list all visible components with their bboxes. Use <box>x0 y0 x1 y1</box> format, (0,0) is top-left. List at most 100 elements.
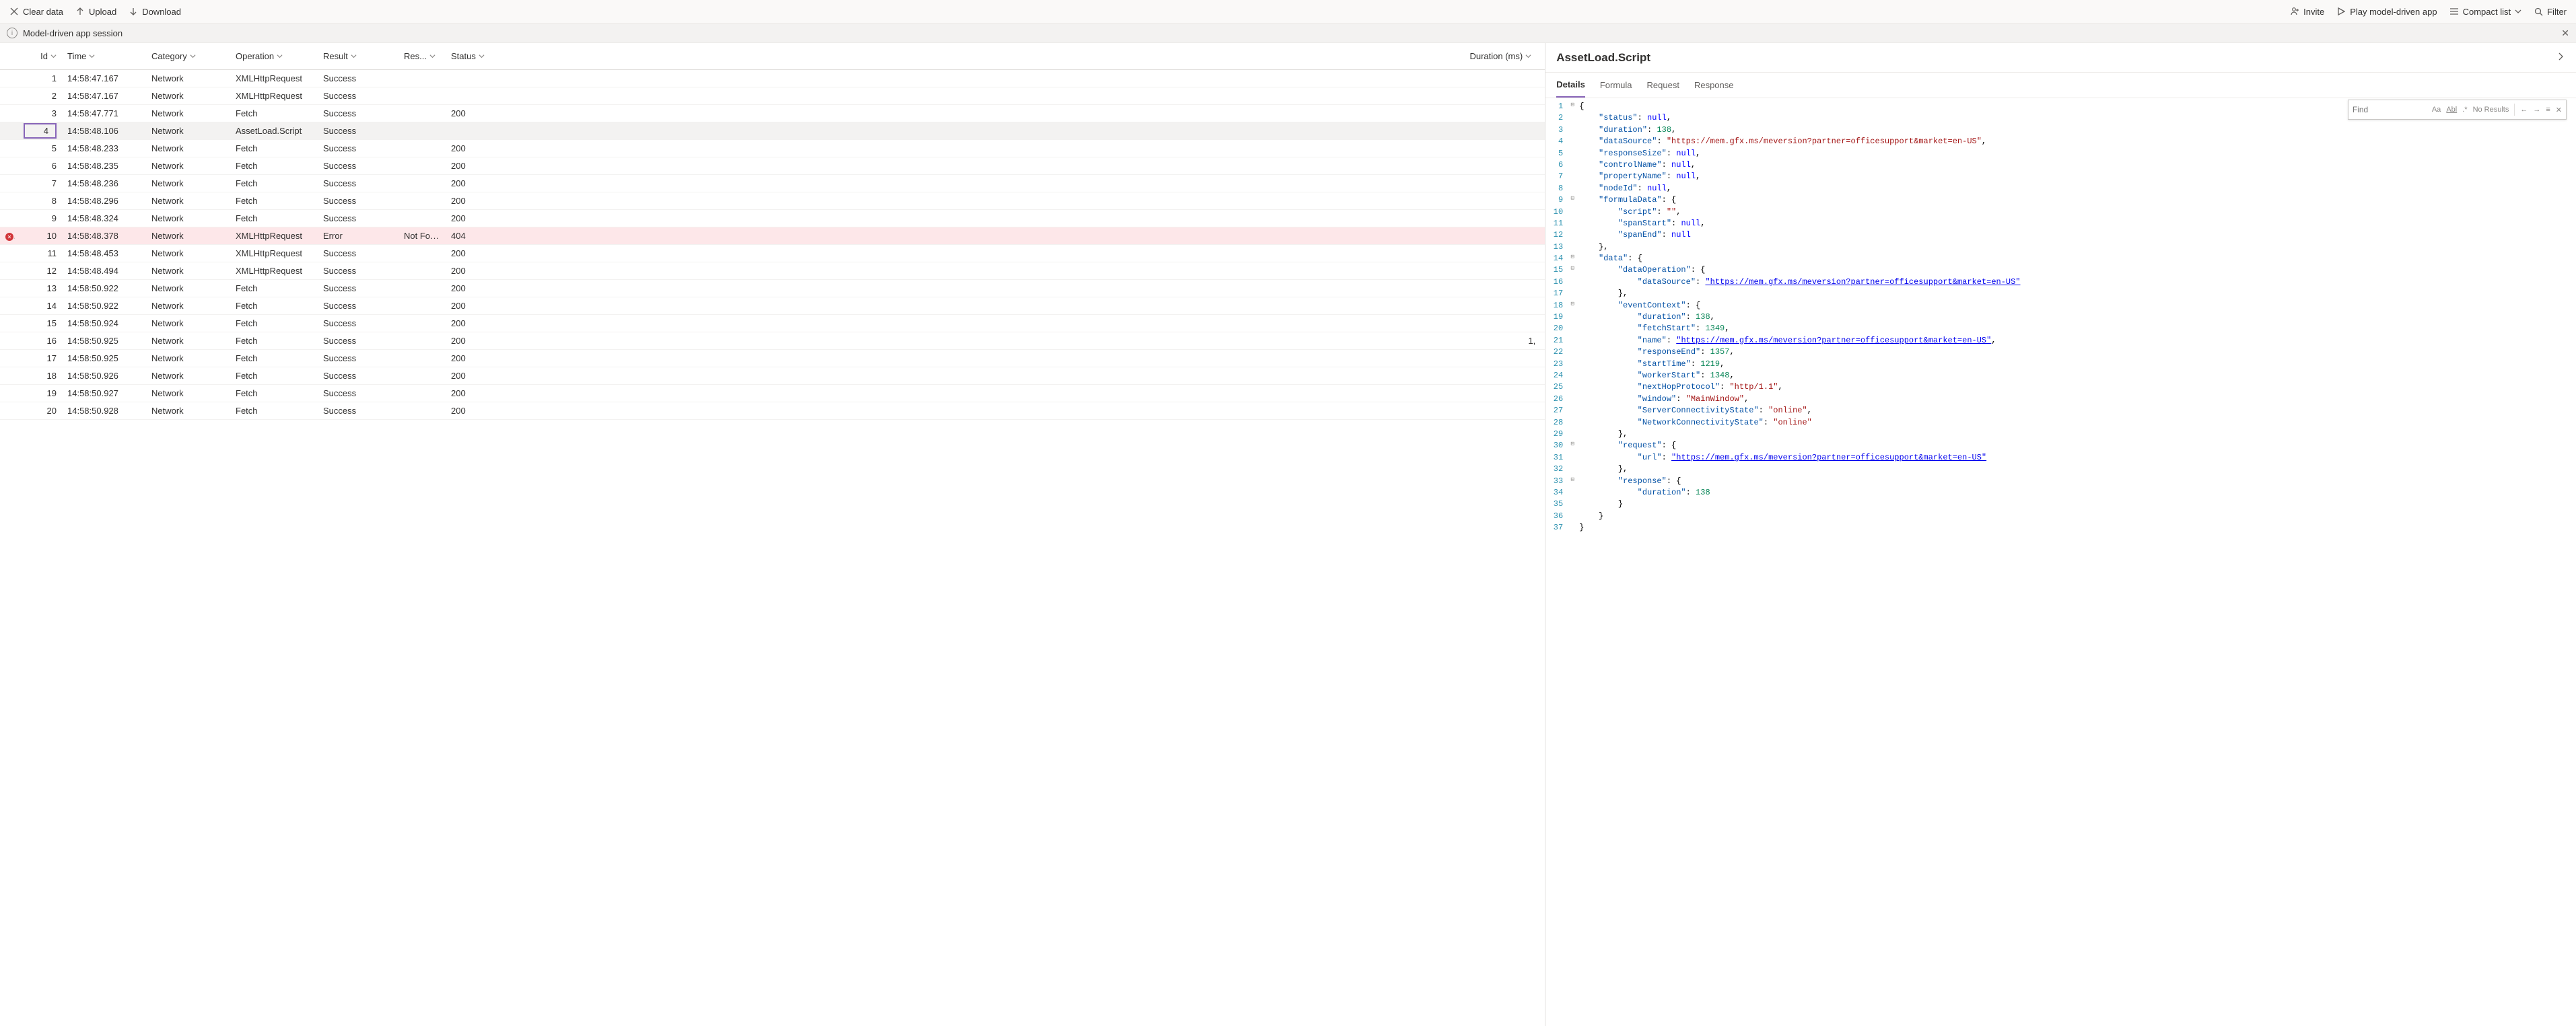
invite-label: Invite <box>2303 7 2324 17</box>
session-bar: i Model-driven app session ✕ <box>0 23 2576 43</box>
table-row[interactable]: 1214:58:48.494NetworkXMLHttpRequestSucce… <box>0 262 1545 280</box>
table-row[interactable]: 1714:58:50.925NetworkFetchSuccess200 <box>0 350 1545 367</box>
tab-details[interactable]: Details <box>1556 73 1585 98</box>
code-line: 37} <box>1545 522 2576 534</box>
table-row[interactable]: ✕1014:58:48.378NetworkXMLHttpRequestErro… <box>0 227 1545 245</box>
find-select-icon[interactable]: ≡ <box>2546 106 2550 114</box>
table-row[interactable]: 1914:58:50.927NetworkFetchSuccess200 <box>0 385 1545 402</box>
table-row[interactable]: 214:58:47.167NetworkXMLHttpRequestSucces… <box>0 87 1545 105</box>
code-line: 13 }, <box>1545 242 2576 253</box>
column-result[interactable]: Result <box>318 51 398 61</box>
info-icon: i <box>7 28 18 38</box>
download-icon <box>129 7 138 16</box>
code-line: 29 }, <box>1545 429 2576 440</box>
top-toolbar: Clear data Upload Download Invite Play m… <box>0 0 2576 23</box>
regex-icon[interactable]: .* <box>2462 106 2467 114</box>
compact-list-label: Compact list <box>2463 7 2511 17</box>
expand-button[interactable] <box>2556 51 2565 65</box>
tab-response[interactable]: Response <box>1694 73 1734 98</box>
code-line: 20 "fetchStart": 1349, <box>1545 323 2576 334</box>
find-close-icon[interactable]: ✕ <box>2556 106 2562 114</box>
detail-header: AssetLoad.Script <box>1545 43 2576 73</box>
column-time[interactable]: Time <box>62 51 146 61</box>
clear-data-label: Clear data <box>23 7 63 17</box>
table-row[interactable]: 1314:58:50.922NetworkFetchSuccess200 <box>0 280 1545 297</box>
chevron-down-icon <box>479 53 485 59</box>
details-pane: AssetLoad.Script Details Formula Request… <box>1545 43 2576 1026</box>
fold-toggle[interactable]: ⊟ <box>1568 101 1576 112</box>
invite-button[interactable]: Invite <box>2290 7 2324 17</box>
session-close-button[interactable]: ✕ <box>2561 28 2569 39</box>
fold-toggle[interactable]: ⊟ <box>1568 194 1576 206</box>
play-app-button[interactable]: Play model-driven app <box>2336 7 2437 17</box>
table-row[interactable]: 814:58:48.296NetworkFetchSuccess200 <box>0 192 1545 210</box>
column-category[interactable]: Category <box>146 51 230 61</box>
find-input[interactable] <box>2353 105 2427 114</box>
column-operation[interactable]: Operation <box>230 51 318 61</box>
fold-toggle[interactable]: ⊟ <box>1568 300 1576 312</box>
chevron-down-icon <box>190 53 196 59</box>
code-line: 28 "NetworkConnectivityState": "online" <box>1545 417 2576 429</box>
play-app-label: Play model-driven app <box>2350 7 2437 17</box>
code-line: 35 } <box>1545 499 2576 510</box>
match-case-icon[interactable]: Aa <box>2432 106 2441 114</box>
column-status[interactable]: Status <box>446 51 506 61</box>
table-row[interactable]: 114:58:47.167NetworkXMLHttpRequestSucces… <box>0 70 1545 87</box>
list-icon <box>2449 7 2459 16</box>
table-row[interactable]: 314:58:47.771NetworkFetchSuccess200 <box>0 105 1545 122</box>
table-row[interactable]: 714:58:48.236NetworkFetchSuccess200 <box>0 175 1545 192</box>
code-line: 9⊟ "formulaData": { <box>1545 194 2576 206</box>
filter-label: Filter <box>2547 7 2567 17</box>
detail-tabs: Details Formula Request Response <box>1545 73 2576 98</box>
table-row[interactable]: 414:58:48.106NetworkAssetLoad.ScriptSucc… <box>0 122 1545 140</box>
column-id[interactable]: Id <box>15 51 62 61</box>
fold-toggle[interactable]: ⊟ <box>1568 264 1576 276</box>
table-body[interactable]: 114:58:47.167NetworkXMLHttpRequestSucces… <box>0 70 1545 1026</box>
error-icon: ✕ <box>5 233 13 241</box>
whole-word-icon[interactable]: Abl <box>2446 106 2457 114</box>
upload-button[interactable]: Upload <box>75 7 116 17</box>
code-line: 6 "controlName": null, <box>1545 159 2576 171</box>
code-line: 7 "propertyName": null, <box>1545 171 2576 182</box>
code-line: 26 "window": "MainWindow", <box>1545 394 2576 405</box>
download-label: Download <box>142 7 181 17</box>
code-line: 11 "spanStart": null, <box>1545 218 2576 229</box>
fold-toggle[interactable]: ⊟ <box>1568 476 1576 487</box>
table-row[interactable]: 2014:58:50.928NetworkFetchSuccess200 <box>0 402 1545 420</box>
table-row[interactable]: 1814:58:50.926NetworkFetchSuccess200 <box>0 367 1545 385</box>
code-line: 17 }, <box>1545 288 2576 299</box>
clear-data-button[interactable]: Clear data <box>9 7 63 17</box>
play-icon <box>2336 7 2346 16</box>
download-button[interactable]: Download <box>129 7 181 17</box>
code-line: 19 "duration": 138, <box>1545 312 2576 323</box>
chevron-down-icon <box>2515 8 2521 15</box>
compact-list-button[interactable]: Compact list <box>2449 7 2522 17</box>
chevron-down-icon <box>351 53 357 59</box>
code-line: 10 "script": "", <box>1545 207 2576 218</box>
find-next-icon[interactable]: → <box>2533 106 2540 114</box>
tab-formula[interactable]: Formula <box>1600 73 1632 98</box>
table-row[interactable]: 514:58:48.233NetworkFetchSuccess200 <box>0 140 1545 157</box>
json-viewer[interactable]: 1⊟{2 "status": null,3 "duration": 138,4 … <box>1545 98 2576 1026</box>
tab-request[interactable]: Request <box>1647 73 1679 98</box>
code-line: 25 "nextHopProtocol": "http/1.1", <box>1545 381 2576 393</box>
fold-toggle[interactable]: ⊟ <box>1568 440 1576 451</box>
column-res2[interactable]: Res... <box>398 51 446 61</box>
code-line: 33⊟ "response": { <box>1545 476 2576 487</box>
table-row[interactable]: 1414:58:50.922NetworkFetchSuccess200 <box>0 297 1545 315</box>
chevron-down-icon <box>1525 53 1531 59</box>
column-duration[interactable]: Duration (ms) <box>506 51 1537 61</box>
fold-toggle[interactable]: ⊟ <box>1568 253 1576 264</box>
table-header: Id Time Category Operation Result Res...… <box>0 43 1545 70</box>
table-row[interactable]: 614:58:48.235NetworkFetchSuccess200 <box>0 157 1545 175</box>
table-row[interactable]: 1514:58:50.924NetworkFetchSuccess200 <box>0 315 1545 332</box>
code-line: 12 "spanEnd": null <box>1545 229 2576 241</box>
code-line: 3 "duration": 138, <box>1545 124 2576 136</box>
table-row[interactable]: 1614:58:50.925NetworkFetchSuccess2001, <box>0 332 1545 350</box>
table-row[interactable]: 914:58:48.324NetworkFetchSuccess200 <box>0 210 1545 227</box>
table-row[interactable]: 1114:58:48.453NetworkXMLHttpRequestSucce… <box>0 245 1545 262</box>
find-prev-icon[interactable]: ← <box>2520 106 2528 114</box>
chevron-down-icon <box>277 53 283 59</box>
code-line: 15⊟ "dataOperation": { <box>1545 264 2576 276</box>
filter-button[interactable]: Filter <box>2534 7 2567 17</box>
